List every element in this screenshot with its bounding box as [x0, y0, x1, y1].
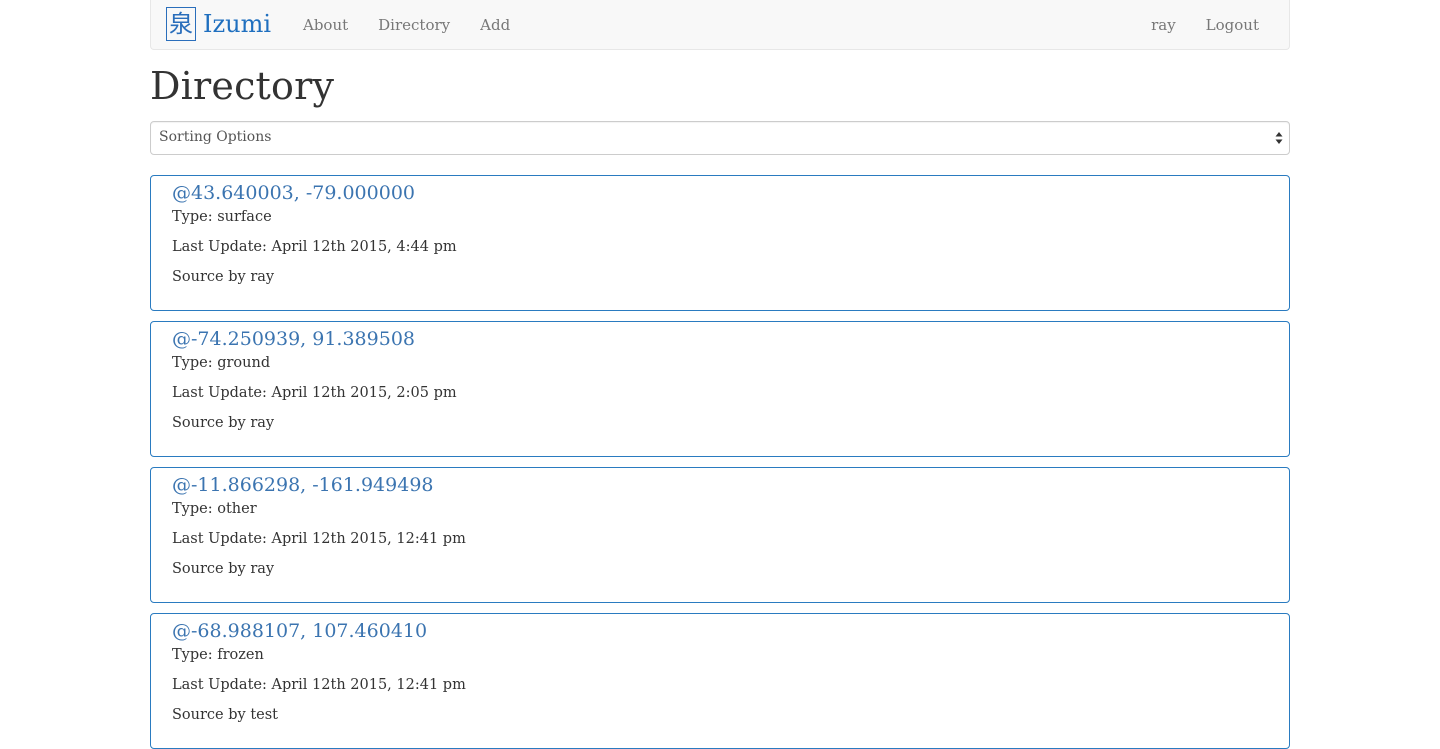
entry-last-update: Last Update: April 12th 2015, 4:44 pm	[172, 239, 457, 255]
page-container: 泉 Izumi About Directory Add ray Logout D…	[150, 0, 1290, 749]
entry-source: Source by ray	[172, 269, 275, 285]
nav-link-about[interactable]: About	[288, 16, 363, 34]
brand-name: Izumi	[203, 10, 272, 38]
nav-user-link[interactable]: ray	[1136, 16, 1191, 34]
entry-title-link[interactable]: @-74.250939, 91.389508	[172, 328, 415, 350]
logout-link[interactable]: Logout	[1191, 16, 1274, 34]
nav-links: About Directory Add	[288, 0, 525, 50]
entry-source: Source by test	[172, 707, 279, 723]
nav-link-directory[interactable]: Directory	[363, 16, 465, 34]
navbar: 泉 Izumi About Directory Add ray Logout	[150, 0, 1290, 50]
directory-entry-card: @-68.988107, 107.460410 Type: frozen Las…	[150, 613, 1290, 749]
entry-source: Source by ray	[172, 415, 275, 431]
entry-type: Type: frozen	[172, 647, 264, 663]
page-title: Directory	[150, 64, 335, 108]
entry-title-link[interactable]: @-11.866298, -161.949498	[172, 474, 434, 496]
sorting-options-select[interactable]: Sorting Options	[150, 121, 1290, 155]
entry-title-link[interactable]: @-68.988107, 107.460410	[172, 620, 427, 642]
nav-link-add[interactable]: Add	[465, 16, 525, 34]
nav-user-area: ray Logout	[1136, 0, 1274, 50]
entry-type: Type: surface	[172, 209, 272, 225]
entry-last-update: Last Update: April 12th 2015, 2:05 pm	[172, 385, 457, 401]
entry-last-update: Last Update: April 12th 2015, 12:41 pm	[172, 531, 466, 547]
select-arrows-icon	[1275, 132, 1283, 144]
entry-source: Source by ray	[172, 561, 275, 577]
directory-entry-card: @-11.866298, -161.949498 Type: other Las…	[150, 467, 1290, 603]
entry-title-link[interactable]: @43.640003, -79.000000	[172, 182, 415, 204]
directory-entry-card: @43.640003, -79.000000 Type: surface Las…	[150, 175, 1290, 311]
sorting-options-value: Sorting Options	[159, 129, 272, 145]
directory-entry-card: @-74.250939, 91.389508 Type: ground Last…	[150, 321, 1290, 457]
brand-link[interactable]: 泉 Izumi	[166, 7, 271, 41]
brand-logo-icon: 泉	[166, 7, 196, 41]
entry-last-update: Last Update: April 12th 2015, 12:41 pm	[172, 677, 466, 693]
entry-type: Type: ground	[172, 355, 271, 371]
entry-type: Type: other	[172, 501, 257, 517]
